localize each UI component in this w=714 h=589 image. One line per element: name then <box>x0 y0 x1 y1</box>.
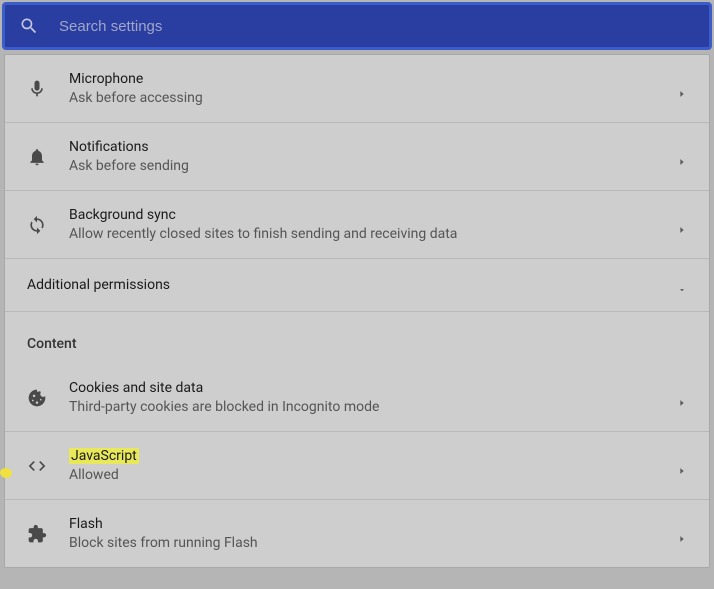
row-content: Notifications Ask before sending <box>69 139 677 174</box>
flash-row[interactable]: Flash Block sites from running Flash <box>5 500 709 567</box>
cookies-subtitle: Third-party cookies are blocked in Incog… <box>69 399 677 415</box>
search-input[interactable] <box>59 18 695 35</box>
row-content: Flash Block sites from running Flash <box>69 516 677 551</box>
cookies-row[interactable]: Cookies and site data Third-party cookie… <box>5 364 709 432</box>
chevron-right-icon <box>677 461 687 471</box>
code-icon <box>27 456 47 476</box>
chevron-right-icon <box>677 84 687 94</box>
settings-panel: Microphone Ask before accessing Notifica… <box>4 54 710 568</box>
chevron-right-icon <box>677 220 687 230</box>
cookies-title: Cookies and site data <box>69 380 677 396</box>
search-icon <box>19 16 39 36</box>
row-content: Cookies and site data Third-party cookie… <box>69 380 677 415</box>
background-sync-row[interactable]: Background sync Allow recently closed si… <box>5 191 709 259</box>
row-content: Background sync Allow recently closed si… <box>69 207 677 242</box>
javascript-subtitle: Allowed <box>69 467 677 483</box>
row-content: JavaScript Allowed <box>69 448 677 483</box>
javascript-row[interactable]: JavaScript Allowed <box>5 432 709 500</box>
bell-icon <box>27 147 47 167</box>
additional-permissions-label: Additional permissions <box>27 277 677 293</box>
notifications-title: Notifications <box>69 139 677 155</box>
notifications-row[interactable]: Notifications Ask before sending <box>5 123 709 191</box>
flash-title: Flash <box>69 516 677 532</box>
extension-icon <box>27 524 47 544</box>
microphone-row[interactable]: Microphone Ask before accessing <box>5 55 709 123</box>
microphone-icon <box>27 79 47 99</box>
microphone-title: Microphone <box>69 71 677 87</box>
content-section-header: Content <box>5 312 709 364</box>
chevron-right-icon <box>677 393 687 403</box>
annotation-dot <box>0 468 12 478</box>
chevron-down-icon <box>677 280 687 290</box>
sync-icon <box>27 215 47 235</box>
cookie-icon <box>27 388 47 408</box>
background-sync-title: Background sync <box>69 207 677 223</box>
javascript-title: JavaScript <box>69 448 677 464</box>
search-bar[interactable] <box>2 2 712 50</box>
notifications-subtitle: Ask before sending <box>69 158 677 174</box>
flash-subtitle: Block sites from running Flash <box>69 535 677 551</box>
chevron-right-icon <box>677 529 687 539</box>
additional-permissions-row[interactable]: Additional permissions <box>5 259 709 312</box>
row-content: Microphone Ask before accessing <box>69 71 677 106</box>
background-sync-subtitle: Allow recently closed sites to finish se… <box>69 226 677 242</box>
microphone-subtitle: Ask before accessing <box>69 90 677 106</box>
chevron-right-icon <box>677 152 687 162</box>
